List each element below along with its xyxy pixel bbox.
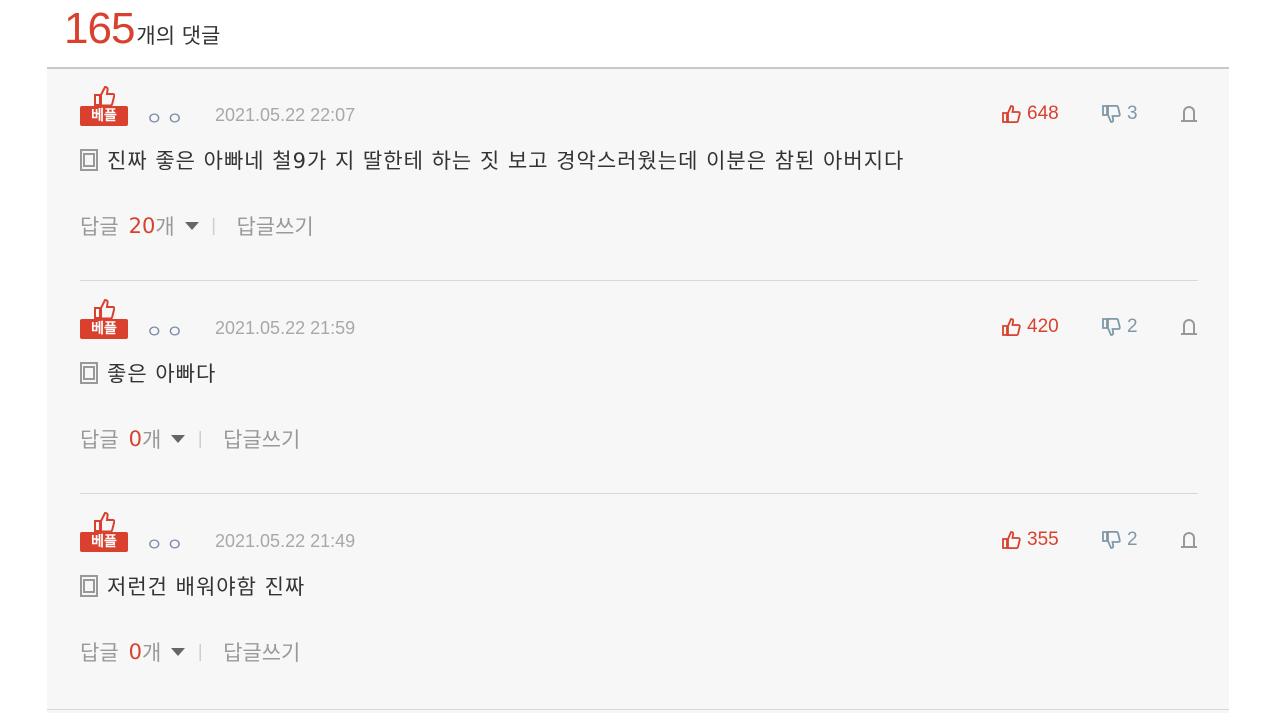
like-button[interactable]: 420	[1002, 316, 1059, 338]
write-reply-link[interactable]: 답글쓰기	[236, 211, 313, 241]
dislike-button[interactable]: 3	[1102, 103, 1138, 125]
comment-divider	[80, 493, 1198, 494]
reply-bar: 답글 20 개 | 답글쓰기	[80, 211, 314, 241]
comment-text: 좋은 아빠다	[107, 362, 217, 386]
reply-unit: 개	[155, 215, 175, 239]
separator: |	[197, 429, 204, 449]
thumbs-up-icon	[94, 298, 115, 320]
comment-text: 저런건 배워야함 진짜	[107, 575, 306, 599]
thumbs-up-icon	[1002, 531, 1021, 549]
reply-unit: 개	[142, 641, 162, 665]
comment-body: 좋은 아빠다	[80, 358, 216, 388]
caret-down-icon[interactable]	[184, 222, 199, 230]
thumbs-up-icon	[94, 85, 115, 107]
thumbs-up-icon	[1002, 318, 1021, 336]
comment-body: 진짜 좋은 아빠네 철9가 지 딸한테 하는 짓 보고 경악스러웠는데 이분은 …	[80, 145, 904, 175]
best-badge-label: 베플	[80, 532, 128, 552]
comment-item: 베플 ㅇㅇ 2021.05.22 21:59 420 2 좋은 아빠다 답글 0…	[80, 282, 1198, 494]
caret-down-icon[interactable]	[171, 648, 186, 656]
reply-label[interactable]: 답글	[80, 211, 119, 241]
document-icon	[80, 575, 98, 597]
reply-bar: 답글 0 개 | 답글쓰기	[80, 424, 300, 454]
like-count: 648	[1027, 103, 1059, 124]
comment-date: 2021.05.22 21:59	[215, 318, 356, 338]
like-count: 355	[1027, 529, 1059, 550]
reply-count[interactable]: 0	[129, 427, 142, 451]
author-name[interactable]: ㅇㅇ	[146, 105, 187, 131]
comment-date: 2021.05.22 22:07	[215, 105, 356, 125]
write-reply-link[interactable]: 답글쓰기	[223, 424, 300, 454]
report-icon[interactable]	[1180, 106, 1198, 124]
like-count: 420	[1027, 316, 1059, 337]
comment-divider	[80, 280, 1198, 281]
dislike-count: 2	[1127, 529, 1138, 550]
reply-count[interactable]: 0	[129, 640, 142, 664]
dislike-count: 2	[1127, 316, 1138, 337]
author-name[interactable]: ㅇㅇ	[146, 531, 187, 557]
reply-bar: 답글 0 개 | 답글쓰기	[80, 637, 300, 667]
comment-count-label: 개의 댓글	[136, 24, 221, 48]
thumbs-up-icon	[1002, 105, 1021, 123]
thumbs-down-icon	[1102, 531, 1121, 549]
dislike-button[interactable]: 2	[1102, 529, 1138, 551]
comment-item: 베플 ㅇㅇ 2021.05.22 22:07 648 3 진짜 좋은 아빠네 철…	[80, 69, 1198, 281]
separator: |	[197, 642, 204, 662]
best-badge: 베플	[80, 511, 128, 552]
reply-label[interactable]: 답글	[80, 637, 119, 667]
comment-body: 저런건 배워야함 진짜	[80, 571, 305, 601]
comment-item: 베플 ㅇㅇ 2021.05.22 21:49 355 2 저런건 배워야함 진짜…	[80, 495, 1198, 707]
comments-header: 165 개의 댓글	[64, 4, 220, 64]
like-button[interactable]: 648	[1002, 103, 1059, 125]
report-icon[interactable]	[1180, 532, 1198, 550]
like-button[interactable]: 355	[1002, 529, 1059, 551]
thumbs-down-icon	[1102, 318, 1121, 336]
panel-bottom-divider	[47, 709, 1229, 710]
thumbs-up-icon	[94, 511, 115, 533]
comment-count: 165	[64, 4, 135, 53]
best-badge: 베플	[80, 298, 128, 339]
dislike-button[interactable]: 2	[1102, 316, 1138, 338]
write-reply-link[interactable]: 답글쓰기	[223, 637, 300, 667]
best-badge-label: 베플	[80, 106, 128, 126]
reply-label[interactable]: 답글	[80, 424, 119, 454]
dislike-count: 3	[1127, 103, 1138, 124]
best-badge-label: 베플	[80, 319, 128, 339]
comment-text: 진짜 좋은 아빠네 철9가 지 딸한테 하는 짓 보고 경악스러웠는데 이분은 …	[107, 149, 905, 173]
comment-date: 2021.05.22 21:49	[215, 531, 356, 551]
thumbs-down-icon	[1102, 105, 1121, 123]
author-name[interactable]: ㅇㅇ	[146, 318, 187, 344]
separator: |	[210, 216, 217, 236]
reply-unit: 개	[142, 428, 162, 452]
best-badge: 베플	[80, 85, 128, 126]
document-icon	[80, 149, 98, 171]
document-icon	[80, 362, 98, 384]
caret-down-icon[interactable]	[171, 435, 186, 443]
report-icon[interactable]	[1180, 319, 1198, 337]
reply-count[interactable]: 20	[129, 214, 156, 238]
